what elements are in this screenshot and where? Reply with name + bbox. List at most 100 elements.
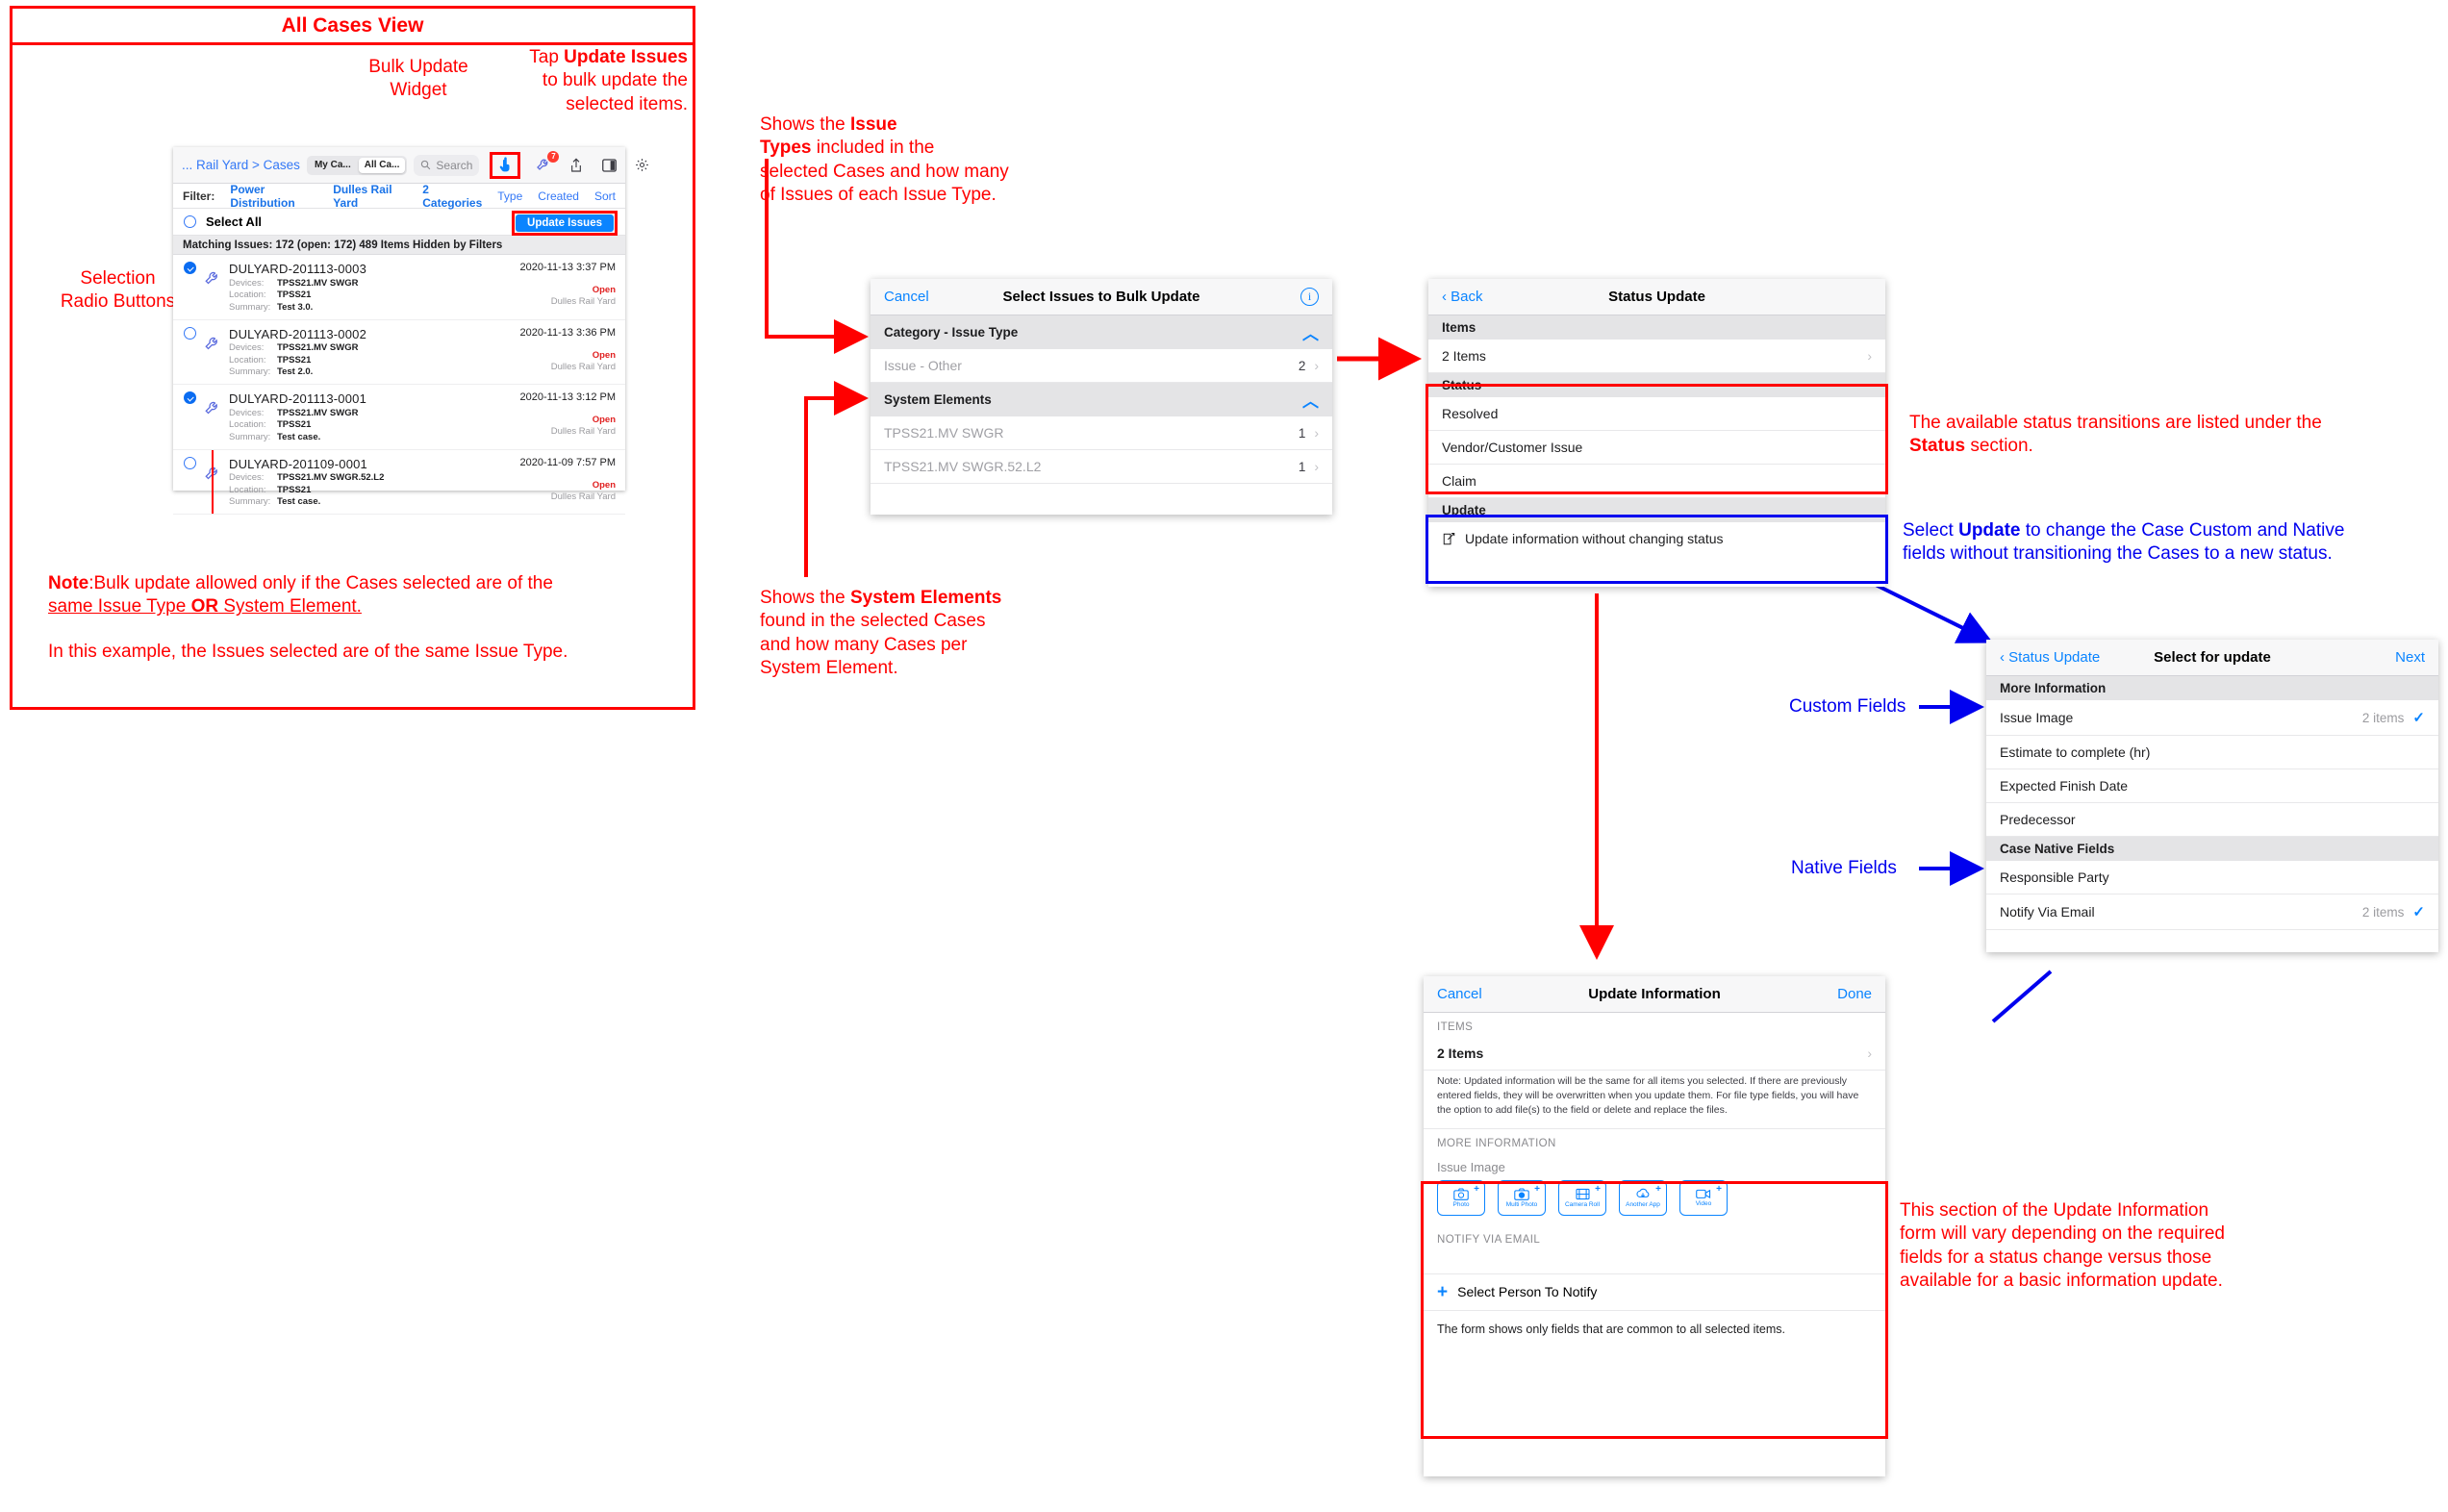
info-icon[interactable]: i xyxy=(1300,288,1319,306)
segment-all-cases[interactable]: All Ca... xyxy=(358,157,406,173)
group-header-category-issue-type[interactable]: Category - Issue Type ︿ xyxy=(871,315,1332,349)
filter-sort[interactable]: Sort xyxy=(594,189,616,203)
status-option-resolved[interactable]: Resolved xyxy=(1428,397,1885,431)
list-item-issue-other[interactable]: Issue - Other 2 › xyxy=(871,349,1332,383)
list-item-tpss21-mv-swgr[interactable]: TPSS21.MV SWGR 1 › xyxy=(871,416,1332,450)
status-badge: Open xyxy=(592,415,616,425)
back-button[interactable]: ‹ Status Update xyxy=(2000,649,2100,666)
plus-icon: + xyxy=(1595,1183,1601,1195)
filter-type[interactable]: Type xyxy=(497,189,522,203)
list-item-count: 1 xyxy=(1298,425,1306,441)
list-item-count: 2 xyxy=(1298,358,1306,373)
list-item-items-count[interactable]: 2 Items › xyxy=(1428,340,1885,373)
search-input[interactable]: Search xyxy=(414,154,480,176)
select-person-to-notify-button[interactable]: + Select Person To Notify xyxy=(1424,1274,1885,1311)
chevron-up-icon[interactable]: ︿ xyxy=(1302,320,1319,344)
list-item-label: TPSS21.MV SWGR xyxy=(884,425,1004,441)
another-app-attach-button[interactable]: + Another App xyxy=(1619,1179,1667,1216)
anno-text: System Element. xyxy=(760,657,898,678)
cancel-button[interactable]: Cancel xyxy=(884,289,929,305)
search-placeholder: Search xyxy=(436,158,473,172)
case-site: Dulles Rail Yard xyxy=(550,361,616,372)
location-label: Location: xyxy=(229,484,266,495)
view-segmented-control[interactable]: My Ca... All Ca... xyxy=(306,155,408,175)
select-update-navbar: ‹ Status Update Select for update Next xyxy=(1986,640,2438,676)
field-row-issue-image[interactable]: Issue Image 2 items ✓ xyxy=(1986,700,2438,736)
camera-icon xyxy=(1453,1188,1469,1200)
group-header-label: Status xyxy=(1442,378,1482,392)
segment-my-cases[interactable]: My Ca... xyxy=(309,158,357,173)
location-label: Location: xyxy=(229,354,266,365)
update-issues-button[interactable]: Update Issues xyxy=(516,214,614,232)
row-select-radio[interactable] xyxy=(184,262,196,274)
location-value: TPSS21 xyxy=(277,354,312,365)
field-row-estimate-to-complete[interactable]: Estimate to complete (hr) xyxy=(1986,736,2438,769)
anno-text: System Element. xyxy=(218,596,362,617)
chevron-up-icon[interactable]: ︿ xyxy=(1302,388,1319,412)
done-button[interactable]: Done xyxy=(1837,986,1872,1002)
status-option-vendor-customer-issue[interactable]: Vendor/Customer Issue xyxy=(1428,431,1885,465)
bulk-sheet-navbar: Cancel Select Issues to Bulk Update i xyxy=(871,279,1332,315)
next-button[interactable]: Next xyxy=(2395,649,2425,666)
back-button[interactable]: ‹ Back xyxy=(1442,289,1483,305)
filter-created[interactable]: Created xyxy=(538,189,579,203)
update-without-status-option[interactable]: Update information without changing stat… xyxy=(1428,522,1885,555)
summary-value: Test case. xyxy=(277,431,321,442)
filter-power-distribution[interactable]: Power Distribution xyxy=(230,183,317,210)
video-attach-button[interactable]: + Video xyxy=(1679,1179,1728,1216)
summary-label: Summary: xyxy=(229,496,271,507)
breadcrumb[interactable]: ... Rail Yard > Cases xyxy=(182,158,300,172)
field-label: Notify Via Email xyxy=(2000,904,2095,920)
sheet-title: Update Information xyxy=(1588,986,1721,1002)
table-row[interactable]: DULYARD-201113-0003 Devices: TPSS21.MV SW… xyxy=(173,255,625,320)
anno-text: of Issues of each Issue Type. xyxy=(760,184,997,205)
annotation-note: Note:Bulk update allowed only if the Cas… xyxy=(48,572,644,664)
photo-attach-button[interactable]: + Photo xyxy=(1437,1179,1485,1216)
cloud-download-icon xyxy=(1636,1188,1650,1197)
items-row[interactable]: 2 Items › xyxy=(1424,1037,1885,1071)
summary-label: Summary: xyxy=(229,431,271,442)
row-select-radio[interactable] xyxy=(184,326,196,340)
field-row-notify-via-email[interactable]: Notify Via Email 2 items ✓ xyxy=(1986,895,2438,930)
case-site: Dulles Rail Yard xyxy=(550,296,616,307)
group-header-system-elements[interactable]: System Elements ︿ xyxy=(871,383,1332,416)
field-row-responsible-party[interactable]: Responsible Party xyxy=(1986,861,2438,895)
share-icon[interactable] xyxy=(567,156,586,175)
case-details: DULYARD-201113-0001 Devices: TPSS21.MV SW… xyxy=(229,391,494,442)
select-all-radio[interactable] xyxy=(184,215,196,228)
location-label: Location: xyxy=(229,419,266,430)
bulk-update-widget-highlight xyxy=(490,151,521,179)
multi-photo-attach-button[interactable]: + Multi Photo xyxy=(1498,1179,1546,1216)
panel-icon[interactable] xyxy=(599,156,618,175)
anno-bold: Update Issues xyxy=(564,47,688,67)
cancel-button[interactable]: Cancel xyxy=(1437,986,1482,1002)
list-item-label: Vendor/Customer Issue xyxy=(1442,440,1583,455)
bulk-update-hand-icon[interactable] xyxy=(495,156,515,175)
pencil-square-icon xyxy=(1442,532,1456,546)
wrench-icon[interactable]: 7 xyxy=(534,150,560,175)
filter-2-categories[interactable]: 2 Categories xyxy=(422,183,482,210)
list-item-label: Update information without changing stat… xyxy=(1465,531,1724,546)
camera-roll-attach-button[interactable]: + Camera Roll xyxy=(1558,1179,1606,1216)
field-row-expected-finish-date[interactable]: Expected Finish Date xyxy=(1986,769,2438,803)
field-row-predecessor[interactable]: Predecessor xyxy=(1986,803,2438,837)
chevron-right-icon: › xyxy=(1314,459,1319,474)
attach-caption: Photo xyxy=(1452,1200,1470,1208)
table-row[interactable]: DULYARD-201109-0001 Devices: TPSS21.MV SW… xyxy=(173,449,625,515)
anno-text: selected items. xyxy=(566,93,688,114)
row-select-radio[interactable] xyxy=(184,391,196,404)
status-option-claim[interactable]: Claim xyxy=(1428,465,1885,498)
row-select-radio[interactable] xyxy=(184,456,196,469)
attach-caption: Camera Roll xyxy=(1564,1200,1601,1208)
plus-icon: + xyxy=(1655,1183,1661,1195)
location-value: TPSS21 xyxy=(277,419,312,430)
filter-dulles-rail-yard[interactable]: Dulles Rail Yard xyxy=(333,183,407,210)
table-row[interactable]: DULYARD-201113-0001 Devices: TPSS21.MV SW… xyxy=(173,385,625,450)
select-all-row[interactable]: Select All Update Issues xyxy=(173,209,625,236)
multi-camera-icon xyxy=(1514,1188,1529,1200)
select-all-label: Select All xyxy=(206,214,263,229)
gear-icon[interactable] xyxy=(632,156,651,175)
group-header-status: Status xyxy=(1428,373,1885,397)
table-row[interactable]: DULYARD-201113-0002 Devices: TPSS21.MV SW… xyxy=(173,320,625,385)
list-item-tpss21-mv-swgr-52-l2[interactable]: TPSS21.MV SWGR.52.L2 1 › xyxy=(871,450,1332,484)
